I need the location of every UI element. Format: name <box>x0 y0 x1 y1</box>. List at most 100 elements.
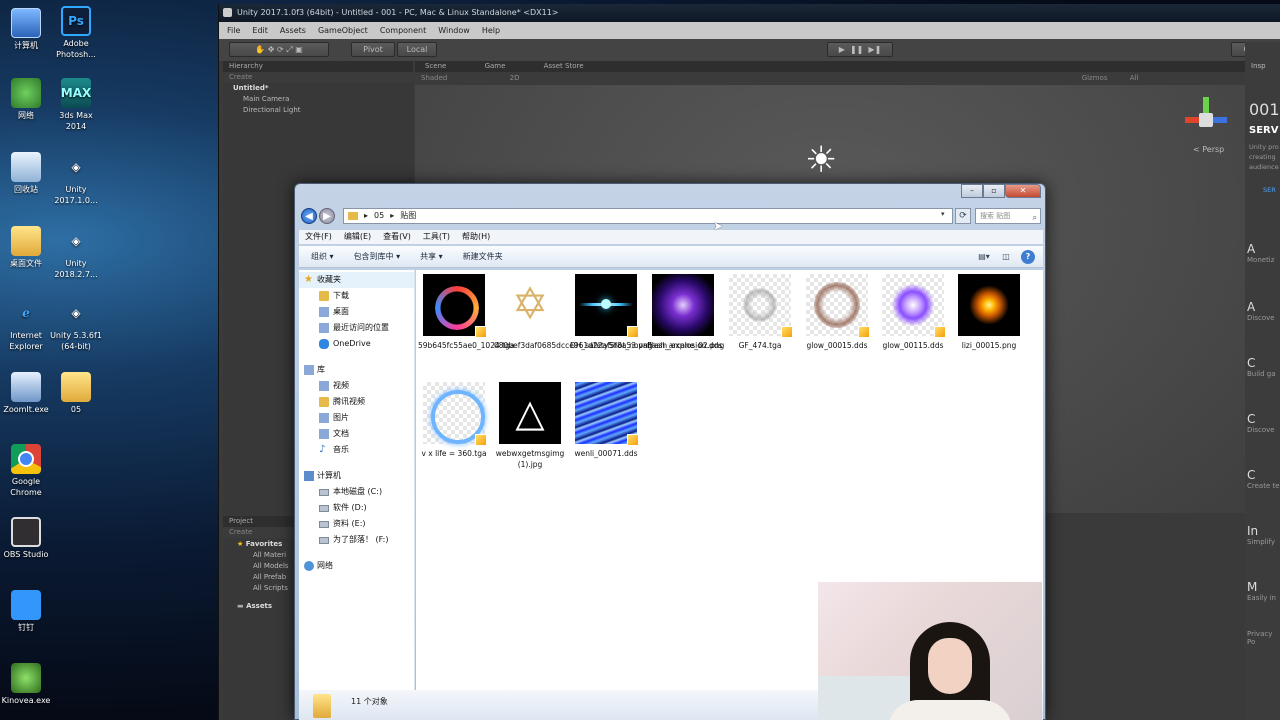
breadcrumb-item[interactable]: 贴图 <box>400 209 416 223</box>
service-analytics[interactable]: A Discove <box>1247 300 1280 322</box>
hierarchy-tab[interactable]: Hierarchy <box>223 61 413 72</box>
menu-help[interactable]: 帮助(H) <box>462 230 490 244</box>
tab-game[interactable]: Game <box>485 62 506 70</box>
file-item[interactable]: glow_00115.dds <box>877 274 949 351</box>
nav-item-documents[interactable]: 文档 <box>299 426 414 442</box>
menu-component[interactable]: Component <box>380 26 426 39</box>
file-item[interactable]: 59b645fc55ae0_1024.tga <box>418 274 514 351</box>
view-options-icon[interactable]: ▤▾ <box>977 250 991 264</box>
address-bar[interactable]: ▸ 05 ▸ 贴图 <box>343 208 953 224</box>
nav-item-onedrive[interactable]: OneDrive <box>299 336 414 352</box>
services-link[interactable]: SER <box>1245 172 1280 194</box>
new-folder-button[interactable]: 新建文件夹 <box>463 246 503 267</box>
desktop-unity-2017[interactable]: ◈ Unity 2017.1.0... <box>50 152 102 206</box>
2d-toggle[interactable]: 2D <box>510 74 520 82</box>
file-item[interactable]: lizi_00015.png <box>953 274 1025 351</box>
menu-tools[interactable]: 工具(T) <box>423 230 450 244</box>
desktop-folder-05[interactable]: 05 <box>50 372 102 415</box>
desktop-recycle-bin[interactable]: 回收站 <box>0 152 52 195</box>
menu-file[interactable]: 文件(F) <box>305 230 332 244</box>
maximize-button[interactable]: ▫ <box>983 184 1005 198</box>
help-icon[interactable]: ? <box>1021 250 1035 264</box>
nav-item-downloads[interactable]: 下载 <box>299 288 414 304</box>
scene-gizmo[interactable] <box>1185 97 1229 141</box>
menu-view[interactable]: 查看(V) <box>383 230 411 244</box>
menu-file[interactable]: File <box>227 26 240 39</box>
file-item[interactable]: GF_474.tga <box>724 274 796 351</box>
nav-item-music[interactable]: ♪ 音乐 <box>299 442 414 458</box>
file-item[interactable]: glow_00015.dds <box>801 274 873 351</box>
local-toggle[interactable]: Local <box>397 42 437 57</box>
close-button[interactable]: ✕ <box>1005 184 1041 198</box>
tab-scene[interactable]: Scene <box>425 62 446 70</box>
service-ads[interactable]: A Monetiz <box>1247 242 1280 264</box>
file-item[interactable]: ✡ 080bef3daf0685dcce961d22af5f8a53.png <box>494 274 653 351</box>
desktop-computer[interactable]: 计算机 <box>0 8 52 51</box>
hierarchy-item[interactable]: Directional Light <box>223 105 413 116</box>
nav-item-pictures[interactable]: 图片 <box>299 410 414 426</box>
pivot-toggle[interactable]: Pivot <box>351 42 395 57</box>
menu-window[interactable]: Window <box>438 26 470 39</box>
menu-edit[interactable]: Edit <box>252 26 268 39</box>
nav-libraries[interactable]: 库 <box>299 362 414 378</box>
service-multiplayer[interactable]: M Easily in <box>1247 580 1280 602</box>
menu-help[interactable]: Help <box>482 26 500 39</box>
search-input[interactable]: 搜索 贴图 ⌕ <box>975 208 1041 224</box>
tab-asset-store[interactable]: Asset Store <box>544 62 584 70</box>
unity-title-bar[interactable]: Unity 2017.1.0f3 (64bit) - Untitled - 00… <box>219 4 1280 22</box>
service-in-app-purchasing[interactable]: In Simplify <box>1247 524 1280 546</box>
desktop-network[interactable]: 网络 <box>0 78 52 121</box>
transform-tools[interactable]: ✋ ✥ ⟳ ⤢ ▣ <box>229 42 329 57</box>
file-item[interactable]: wenli_00071.dds <box>570 382 642 459</box>
share-button[interactable]: 共享 ▾ <box>420 246 443 267</box>
nav-item-recent[interactable]: 最近访问的位置 <box>299 320 414 336</box>
preview-pane-icon[interactable]: ◫ <box>999 250 1013 264</box>
nav-item-drive-d[interactable]: 软件 (D:) <box>299 500 414 516</box>
desktop-obs[interactable]: OBS Studio <box>0 517 52 560</box>
nav-item-desktop[interactable]: 桌面 <box>299 304 414 320</box>
file-item[interactable]: △ webwxgetmsgimg (1).jpg <box>494 382 566 470</box>
address-dropdown-icon[interactable]: ▾ <box>941 210 951 220</box>
shading-mode[interactable]: Shaded <box>421 74 447 82</box>
file-item[interactable]: v x life = 360.tga <box>418 382 490 459</box>
nav-computer[interactable]: 计算机 <box>299 468 414 484</box>
gizmos-search[interactable]: All <box>1130 74 1139 82</box>
desktop-chrome[interactable]: Google Chrome <box>0 444 52 498</box>
nav-item-drive-c[interactable]: 本地磁盘 (C:) <box>299 484 414 500</box>
gizmos-menu[interactable]: Gizmos <box>1082 74 1108 82</box>
desktop-3dsmax[interactable]: MAX 3ds Max 2014 <box>50 78 102 132</box>
desktop-folder-files[interactable]: 桌面文件 <box>0 226 52 269</box>
play-controls[interactable]: ▶ ❚❚ ▶❚ <box>827 42 893 57</box>
service-cloud-build[interactable]: C Build ga <box>1247 356 1280 378</box>
desktop-ie[interactable]: e Internet Explorer <box>0 298 52 352</box>
nav-item-tencent-video[interactable]: 腾讯视频 <box>299 394 414 410</box>
desktop-kinovea[interactable]: Kinovea.exe <box>0 663 52 706</box>
nav-network[interactable]: 网络 <box>299 558 414 574</box>
nav-favorites[interactable]: ★ 收藏夹 <box>299 272 414 288</box>
desktop-unity-5[interactable]: ◈ Unity 5.3.6f1 (64-bit) <box>50 298 102 352</box>
hierarchy-item[interactable]: Main Camera <box>223 94 413 105</box>
inspector-tab[interactable]: Insp <box>1245 42 1280 70</box>
refresh-button[interactable]: ⟳ <box>955 208 971 224</box>
include-in-library-button[interactable]: 包含到库中 ▾ <box>354 246 401 267</box>
minimize-button[interactable]: – <box>961 184 983 198</box>
desktop-photoshop[interactable]: Ps Adobe Photosh... <box>50 6 102 60</box>
organize-button[interactable]: 组织 ▾ <box>311 246 334 267</box>
back-button[interactable]: ◀ <box>301 208 317 224</box>
menu-gameobject[interactable]: GameObject <box>318 26 368 39</box>
service-collaborate[interactable]: C Create te <box>1247 468 1280 490</box>
breadcrumb-item[interactable]: 05 <box>374 209 384 223</box>
privacy-policy-link[interactable]: Privacy Po <box>1247 630 1280 646</box>
forward-button[interactable]: ▶ <box>319 208 335 224</box>
desktop-unity-2018[interactable]: ◈ Unity 2018.2.7... <box>50 226 102 280</box>
nav-item-drive-f[interactable]: 为了部落！ (F:) <box>299 532 414 548</box>
desktop-dingtalk[interactable]: 钉钉 <box>0 590 52 633</box>
service-cloud-diagnostics[interactable]: C Discove <box>1247 412 1280 434</box>
nav-item-drive-e[interactable]: 资料 (E:) <box>299 516 414 532</box>
hierarchy-create[interactable]: Create <box>223 72 413 83</box>
menu-edit[interactable]: 编辑(E) <box>344 230 371 244</box>
persp-label[interactable]: < Persp <box>1193 145 1224 154</box>
menu-assets[interactable]: Assets <box>280 26 306 39</box>
desktop-zoomit[interactable]: ZoomIt.exe <box>0 372 52 415</box>
file-item[interactable]: flash_arcane_02.png <box>647 274 724 351</box>
